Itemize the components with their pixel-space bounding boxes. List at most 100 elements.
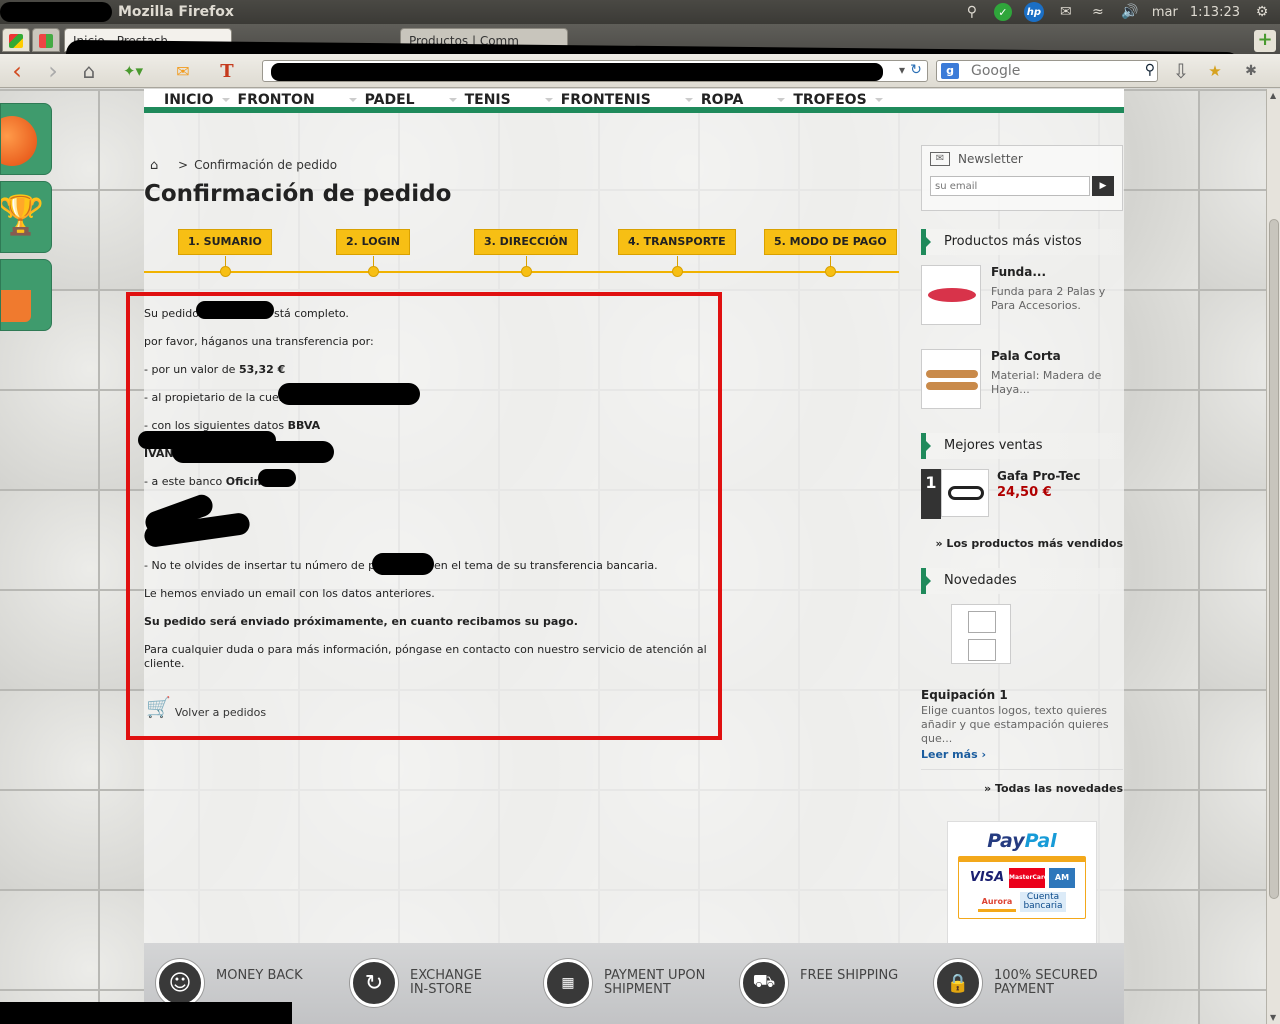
- bookmark-icon[interactable]: ★: [1202, 59, 1228, 83]
- transfer-request: por favor, háganos una transferencia por…: [144, 335, 374, 348]
- browser-tab-bar: Inicio - Prestash Productos | Comm +: [0, 24, 1280, 83]
- account-owner-line: - al propietario de la cuenta: [144, 383, 724, 419]
- scroll-down-icon[interactable]: ▼: [1270, 1013, 1276, 1022]
- mail-icon[interactable]: ✉: [1056, 2, 1076, 22]
- step-summary[interactable]: 1. SUMARIO: [178, 229, 272, 277]
- step-login[interactable]: 2. LOGIN: [336, 229, 410, 277]
- divider: [921, 769, 1123, 770]
- product-thumbnail[interactable]: [941, 469, 989, 517]
- feature-payment-shipment: ▦ PAYMENT UPON SHIPMENT: [544, 959, 714, 1007]
- menu-item-trofeos[interactable]: TROFEOS: [793, 89, 890, 108]
- scrollbar-thumb[interactable]: [1269, 219, 1279, 899]
- search-icon[interactable]: ⚲: [962, 2, 982, 22]
- new-tab-button[interactable]: +: [1254, 30, 1276, 52]
- menu-item-fronton[interactable]: FRONTON: [238, 89, 365, 108]
- gear-icon[interactable]: ⚙: [1252, 2, 1272, 22]
- product-thumbnail[interactable]: [921, 349, 981, 409]
- mail-notifier-icon[interactable]: ✉: [170, 59, 196, 83]
- search-input[interactable]: [971, 63, 1131, 79]
- cash-icon: ▦: [544, 959, 592, 1007]
- order-amount: 53,32 €: [238, 363, 286, 376]
- back-icon[interactable]: ‹: [4, 57, 30, 85]
- menu-item-inicio[interactable]: INICIO: [164, 89, 238, 108]
- wifi-icon[interactable]: ≈: [1088, 2, 1108, 22]
- smile-icon: ☺: [156, 959, 204, 1007]
- read-more-link[interactable]: Leer más ›: [921, 748, 1123, 761]
- redaction-mark: [372, 553, 434, 575]
- product-name[interactable]: Equipación 1: [921, 688, 1123, 702]
- breadcrumb-current: Confirmación de pedido: [194, 158, 338, 172]
- shop-container: INICIO FRONTON PADEL TENIS FRONTENIS ROP…: [126, 89, 1124, 1024]
- product-name[interactable]: Gafa Pro-Tec: [997, 469, 1080, 483]
- all-new-products-link[interactable]: » Todas las novedades: [921, 782, 1123, 795]
- amex-icon: AM: [1049, 868, 1075, 888]
- order-status-line: Su pedido stá completo.: [144, 301, 724, 335]
- branch-line: - a este banco Oficina: [144, 469, 724, 503]
- google-icon[interactable]: g: [941, 63, 959, 79]
- volume-icon[interactable]: 🔊: [1120, 2, 1140, 22]
- side-shortcuts: 🏆: [0, 103, 52, 337]
- scroll-up-icon[interactable]: ▲: [1270, 91, 1276, 100]
- side-shortcut-globe[interactable]: [0, 103, 52, 175]
- product-name[interactable]: Pala Corta: [991, 349, 1123, 363]
- page-viewport: 🏆 INICIO FRONTON PADEL TENIS FRONTENIS R…: [0, 89, 1266, 1024]
- checkout-steps: 1. SUMARIO 2. LOGIN 3. DIRECCIÓN 4. TRAN…: [144, 229, 899, 277]
- best-sellers-link[interactable]: » Los productos más vendidos: [921, 537, 1124, 550]
- search-icon[interactable]: ⚲: [1145, 62, 1155, 78]
- os-top-panel: Mozilla Firefox ⚲ ✓ hp ✉ ≈ 🔊 mar 1:13:23…: [0, 0, 1280, 24]
- url-bar[interactable]: ▾ ↻: [262, 60, 928, 82]
- reload-icon[interactable]: ↻: [907, 62, 925, 80]
- truck-icon: ⛟: [740, 959, 788, 1007]
- newsletter-title: Newsletter: [958, 152, 1023, 166]
- best-sellers-title: Mejores ventas: [921, 433, 1123, 459]
- redaction-mark: [278, 383, 420, 405]
- paypal-badge: PayPal VISA MasterCard AM Aurora Cuenta …: [947, 821, 1097, 951]
- feature-free-shipping: ⛟ FREE SHIPPING: [740, 959, 920, 1007]
- chevron-down-icon[interactable]: ▾: [899, 63, 905, 77]
- clock-day[interactable]: mar: [1152, 2, 1178, 22]
- newsletter-submit-button[interactable]: ▶: [1092, 176, 1114, 196]
- amount-line: - por un valor de 53,32 €: [144, 363, 286, 376]
- search-box[interactable]: g ⚲: [936, 60, 1158, 82]
- app-tab-pinned-2[interactable]: [32, 28, 60, 52]
- product-thumbnail[interactable]: [951, 604, 1011, 664]
- text-tool-icon[interactable]: T: [214, 59, 240, 83]
- menu-item-ropa[interactable]: ROPA: [701, 89, 794, 108]
- menu-item-padel[interactable]: PADEL: [365, 89, 465, 108]
- breadcrumb: ⌂ > Confirmación de pedido: [144, 157, 337, 173]
- step-address[interactable]: 3. DIRECCIÓN: [474, 229, 578, 277]
- download-icon[interactable]: ⇩: [1168, 59, 1194, 83]
- extension-icon[interactable]: ✦▾: [120, 59, 146, 83]
- product-name[interactable]: Funda...: [991, 265, 1123, 279]
- feature-money-back: ☺ MONEY BACK: [156, 959, 336, 1007]
- reminder-line: - No te olvides de insertar tu número de…: [144, 553, 724, 587]
- redaction-mark: [0, 1002, 292, 1024]
- product-thumbnail[interactable]: [921, 265, 981, 325]
- list-item[interactable]: 1 Gafa Pro-Tec 24,50 €: [921, 469, 1123, 519]
- forward-icon[interactable]: ›: [40, 57, 66, 85]
- back-to-orders-link[interactable]: 🛒 Volver a pedidos: [146, 695, 266, 719]
- home-icon[interactable]: ⌂: [150, 158, 166, 173]
- menu-item-frontenis[interactable]: FRONTENIS: [561, 89, 701, 108]
- clock-time[interactable]: 1:13:23: [1190, 2, 1240, 22]
- new-products-title: Novedades: [921, 568, 1123, 594]
- menu-item-tenis[interactable]: TENIS: [465, 89, 561, 108]
- bank-account-icon: Cuenta bancaria: [1020, 892, 1066, 912]
- bank-name: BBVA: [287, 419, 321, 432]
- list-item[interactable]: Funda... Funda para 2 Palas y Para Acces…: [921, 265, 1123, 327]
- app-tab-pinned-1[interactable]: [2, 28, 30, 52]
- side-shortcut-basket[interactable]: [0, 259, 52, 331]
- page-scrollbar[interactable]: ▲ ▼: [1266, 89, 1280, 1024]
- update-check-icon[interactable]: ✓: [993, 3, 1012, 21]
- list-item[interactable]: Pala Corta Material: Madera de Haya...: [921, 349, 1123, 411]
- addon-icon[interactable]: ✱: [1238, 59, 1264, 83]
- home-icon[interactable]: ⌂: [76, 59, 102, 83]
- payment-cards: VISA MasterCard AM Aurora Cuenta bancari…: [958, 856, 1086, 919]
- step-shipping[interactable]: 4. TRANSPORTE: [618, 229, 736, 277]
- hp-icon[interactable]: hp: [1023, 2, 1044, 22]
- newsletter-email-input[interactable]: [930, 176, 1090, 196]
- step-payment[interactable]: 5. MODO DE PAGO: [764, 229, 897, 277]
- side-shortcut-trophy[interactable]: 🏆: [0, 181, 52, 253]
- feature-secured-payment: 🔒 100% SECURED PAYMENT: [934, 959, 1104, 1007]
- redaction-mark: [271, 63, 883, 81]
